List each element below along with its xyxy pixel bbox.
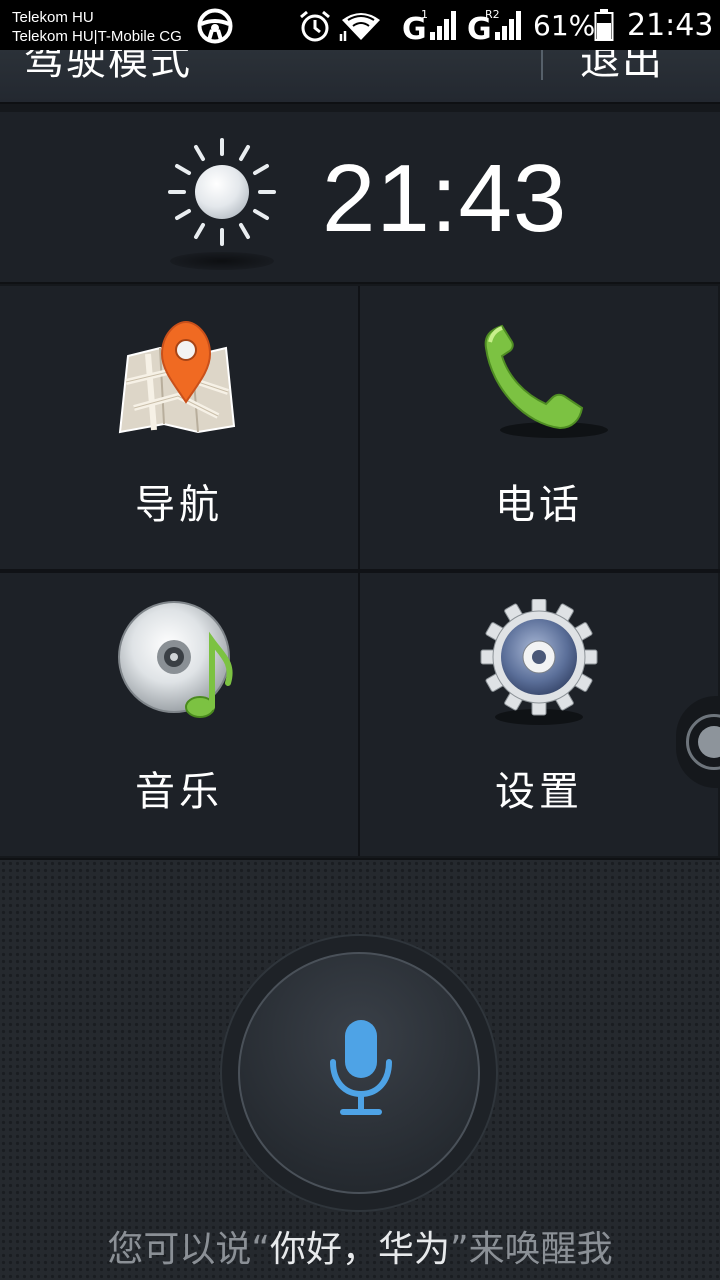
alarm-icon — [300, 10, 330, 42]
status-bar: Telekom HU Telekom HU|T-Mobile CG G 1 G … — [0, 0, 720, 50]
phone-icon — [484, 324, 608, 438]
voice-hint-text: 您可以说“你好，华为”来唤醒我 — [0, 1220, 720, 1272]
hint-prefix: 您可以说“ — [107, 1229, 270, 1270]
carrier-1: Telekom HU — [12, 9, 94, 26]
music-tile[interactable]: 音乐 — [0, 573, 358, 856]
navigation-label: 导航 — [135, 482, 223, 528]
svg-text:1: 1 — [421, 8, 428, 21]
carrier-2: Telekom HU|T-Mobile CG — [12, 28, 182, 45]
header-bar: 驾驶模式 退出 — [0, 50, 720, 104]
hint-wake-phrase: 你好，华为 — [269, 1229, 450, 1270]
settings-tile[interactable]: 设置 — [360, 573, 718, 856]
phone-label: 电话 — [495, 482, 583, 528]
sun-shadow — [170, 252, 274, 270]
gear-icon — [480, 599, 598, 725]
signal-sim1-icon: G 1 — [402, 8, 456, 42]
voice-panel: 您可以说“你好，华为”来唤醒我 — [0, 858, 720, 1280]
settings-label: 设置 — [495, 769, 583, 815]
header-divider — [541, 50, 543, 80]
svg-text:R2: R2 — [485, 8, 500, 21]
large-clock: 21:43 — [322, 145, 568, 252]
sun-icon — [168, 138, 276, 246]
exit-button[interactable]: 退出 — [580, 50, 664, 86]
map-pin-icon — [118, 320, 236, 434]
signal-sim2-icon: G R2 — [467, 8, 521, 42]
music-label: 音乐 — [135, 769, 223, 815]
navigation-tile[interactable]: 导航 — [0, 286, 358, 569]
phone-tile[interactable]: 电话 — [360, 286, 718, 569]
hint-suffix: ”来唤醒我 — [450, 1229, 613, 1270]
microphone-icon — [330, 1020, 392, 1115]
app-grid: 导航 电话 音乐 设置 — [0, 286, 720, 856]
battery-percent: 61% — [533, 9, 596, 42]
status-clock: 21:43 — [627, 8, 714, 43]
weather-panel: 21:43 — [0, 112, 720, 284]
battery-icon — [594, 9, 614, 41]
steering-wheel-icon — [197, 8, 233, 44]
wifi-icon — [339, 13, 380, 41]
page-title: 驾驶模式 — [24, 50, 192, 84]
music-disc-icon — [118, 601, 233, 718]
